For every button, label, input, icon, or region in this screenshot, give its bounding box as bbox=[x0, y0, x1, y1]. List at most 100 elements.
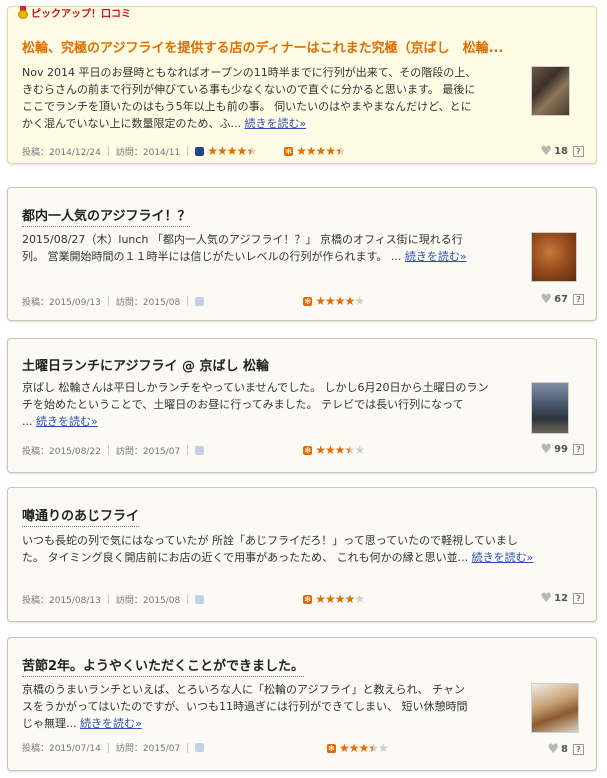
rating-star: ★ bbox=[305, 144, 317, 158]
rating-star: ★ bbox=[334, 294, 346, 308]
review-title[interactable]: 松輪、究極のアジフライを提供する店のディナーはこれまた究極（京ばし 松輪... bbox=[22, 37, 578, 56]
rating-star: ★ bbox=[207, 144, 218, 158]
body-line: きむらさんの前まで行列が伸びている事も少なくないので直ぐに分かると思います。 最… bbox=[22, 83, 476, 96]
help-icon[interactable]: ? bbox=[573, 146, 584, 157]
like-number: 12 bbox=[554, 593, 568, 604]
rating-star: ★ bbox=[339, 741, 350, 755]
body-line: た。 タイミング良く開店前にお店の近くで用事があったため、 これも何かの縁と思い… bbox=[22, 551, 469, 564]
lunch-rating-stars: ★★★★★ bbox=[339, 741, 389, 755]
lunch-icon: ✻ bbox=[284, 146, 294, 156]
review-card: 噂通りのあじフライ いつも長蛇の列で気にはなっていたが 所詮「あじフライだろ！」… bbox=[7, 487, 597, 622]
review-meta: 投稿：2015/08/22 訪問：2015/07 ✻ ★★★★★ bbox=[22, 443, 365, 457]
dinner-icon bbox=[195, 743, 205, 752]
like-heart-icon[interactable]: ♥ bbox=[540, 442, 552, 457]
body-line: かく混んでいない上に数量限定のため、ふ... bbox=[22, 117, 241, 130]
lunch-rating-stars: ★★★★★ bbox=[315, 443, 365, 457]
rating-star: ★ bbox=[344, 443, 356, 457]
read-more-link[interactable]: 続きを読む» bbox=[405, 250, 467, 263]
rating-star: ★ bbox=[325, 144, 336, 158]
review-photo[interactable] bbox=[531, 382, 569, 434]
help-icon[interactable]: ? bbox=[573, 294, 584, 305]
review-title[interactable]: 都内一人気のアジフライ！？ bbox=[22, 205, 191, 227]
like-count[interactable]: ♥ 67 ? bbox=[540, 292, 584, 307]
body-line: いつも長蛇の列で気にはなっていたが 所詮「あじフライだろ！」って思っていたので軽… bbox=[22, 534, 518, 547]
lunch-rating-stars: ★★★★★ bbox=[296, 144, 346, 158]
review-meta: 投稿：2014/12/24 訪問：2014/11 ★★★★★ ✻ ★★★★★ bbox=[22, 144, 346, 158]
posted-date: 投稿：2015/07/14 bbox=[22, 744, 101, 754]
lunch-icon: ✻ bbox=[327, 743, 336, 753]
like-count[interactable]: ♥ 8 ? bbox=[547, 742, 584, 757]
rating-star: ★ bbox=[335, 144, 346, 158]
help-icon[interactable]: ? bbox=[573, 593, 584, 604]
review-card: 苦節2年。ようやくいただくことができました。 京橋のうまいランチといえば、とろい… bbox=[7, 637, 597, 771]
review-title[interactable]: 苦節2年。ようやくいただくことができました。 bbox=[22, 655, 305, 677]
review-photo[interactable] bbox=[531, 683, 579, 733]
body-line: Nov 2014 平日のお昼時ともなればオープンの11時半までに行列が出来て、そ… bbox=[22, 66, 477, 79]
rating-star: ★ bbox=[315, 592, 326, 606]
dinner-icon bbox=[195, 594, 205, 604]
rating-star: ★ bbox=[378, 741, 389, 755]
dinner-icon bbox=[195, 146, 205, 156]
help-icon[interactable]: ? bbox=[573, 744, 584, 755]
rating-star: ★ bbox=[354, 294, 365, 308]
review-card: 都内一人気のアジフライ！？ 2015/08/27（木）lunch 「都内一人気の… bbox=[7, 187, 597, 321]
rating-star: ★ bbox=[348, 741, 360, 755]
review-photo[interactable] bbox=[531, 232, 577, 282]
rating-star: ★ bbox=[354, 592, 365, 606]
body-line: 京橋のうまいランチといえば、とろいろな人に「松輪のアジフライ」と教えられ、 チャ… bbox=[22, 683, 466, 696]
pickup-label: ピックアップ！口コミ bbox=[31, 9, 131, 20]
body-line: チを始めたということで、土曜日のお昼に行ってみました。 テレビでは長い行列になっ… bbox=[22, 398, 464, 411]
like-heart-icon[interactable]: ♥ bbox=[540, 292, 552, 307]
review-meta: 投稿：2015/08/13 訪問：2015/08 ✻ ★★★★★ bbox=[22, 592, 365, 606]
read-more-link[interactable]: 続きを読む» bbox=[244, 117, 306, 130]
body-line: ここでランチを頂いたのはもう5年以上も前の事。 伺いたいのはやまやまなんだけど、… bbox=[22, 100, 472, 113]
review-body: 2015/08/27（木）lunch 「都内一人気のアジフライ！？」 京橋のオフ… bbox=[22, 231, 522, 265]
rating-star: ★ bbox=[368, 741, 379, 755]
rating-star: ★ bbox=[325, 294, 336, 308]
like-number: 8 bbox=[561, 744, 568, 755]
dinner-rating-stars: ★★★★★ bbox=[207, 144, 257, 158]
review-body: 京橋のうまいランチといえば、とろいろな人に「松輪のアジフライ」と教えられ、 チャ… bbox=[22, 681, 522, 732]
review-body: Nov 2014 平日のお昼時ともなればオープンの11時半までに行列が出来て、そ… bbox=[22, 64, 522, 132]
dinner-icon bbox=[195, 445, 205, 455]
rating-star: ★ bbox=[296, 144, 307, 158]
body-line: ... bbox=[22, 415, 33, 428]
read-more-link[interactable]: 続きを読む» bbox=[80, 717, 142, 730]
review-photo[interactable] bbox=[531, 66, 570, 116]
help-icon[interactable]: ? bbox=[573, 444, 584, 455]
rating-star: ★ bbox=[344, 592, 356, 606]
review-title[interactable]: 土曜日ランチにアジフライ @ 京ばし 松輪 bbox=[22, 355, 269, 374]
rating-star: ★ bbox=[217, 144, 228, 158]
rating-star: ★ bbox=[315, 443, 326, 457]
like-heart-icon[interactable]: ♥ bbox=[540, 591, 552, 606]
read-more-link[interactable]: 続きを読む» bbox=[36, 415, 98, 428]
visited-date: 訪問：2015/08 bbox=[115, 297, 181, 308]
review-meta: 投稿：2015/07/14 訪問：2015/07 bbox=[22, 741, 207, 754]
posted-date: 投稿：2014/12/24 bbox=[22, 147, 101, 158]
read-more-link[interactable]: 続きを読む» bbox=[472, 551, 534, 564]
lunch-icon: ✻ bbox=[303, 594, 313, 604]
body-line: 京ばし 松輪さんは平日しかランチをやっていませんでした。 しかし6月20日から土… bbox=[22, 381, 489, 394]
visited-date: 訪問：2015/07 bbox=[115, 744, 181, 754]
like-number: 67 bbox=[554, 294, 568, 305]
body-line: スをうかがってはいたのですが、いつも11時過ぎには行列ができてしまい、 短い休憩… bbox=[22, 700, 468, 713]
body-line: 2015/08/27（木）lunch 「都内一人気のアジフライ！？」 京橋のオフ… bbox=[22, 233, 463, 246]
rating-star: ★ bbox=[315, 144, 327, 158]
visited-date: 訪問：2015/07 bbox=[115, 446, 181, 457]
like-count[interactable]: ♥ 12 ? bbox=[540, 591, 584, 606]
rating-star: ★ bbox=[354, 443, 365, 457]
like-count[interactable]: ♥ 99 ? bbox=[540, 442, 584, 457]
pickup-badge: ピックアップ！口コミ bbox=[18, 5, 131, 20]
body-line: 列。 営業開始時間の１１時半には信じがたいレベルの行列が作られます。 ... bbox=[22, 250, 402, 263]
lunch-icon: ✻ bbox=[303, 445, 313, 455]
like-count[interactable]: ♥ 18 ? bbox=[540, 144, 584, 159]
rating-star: ★ bbox=[226, 144, 238, 158]
lunch-rating-stars: ★★★★★ bbox=[315, 294, 365, 308]
like-heart-icon[interactable]: ♥ bbox=[547, 742, 559, 757]
like-heart-icon[interactable]: ♥ bbox=[540, 144, 552, 159]
medal-icon bbox=[18, 6, 28, 19]
review-title[interactable]: 噂通りのあじフライ bbox=[22, 505, 140, 527]
review-body: 京ばし 松輪さんは平日しかランチをやっていませんでした。 しかし6月20日から土… bbox=[22, 379, 522, 430]
dinner-icon bbox=[195, 296, 205, 306]
review-card: 土曜日ランチにアジフライ @ 京ばし 松輪 京ばし 松輪さんは平日しかランチをや… bbox=[7, 338, 597, 473]
